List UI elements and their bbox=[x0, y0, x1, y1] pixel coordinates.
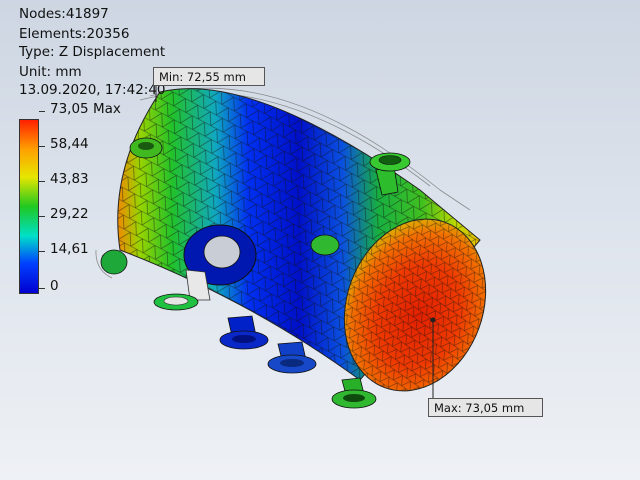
nozzle-bottom-4 bbox=[331, 377, 377, 409]
nozzle-left-end bbox=[100, 249, 128, 275]
legend-tick-label: 14,61 bbox=[50, 241, 89, 257]
legend-tick-mark bbox=[39, 251, 45, 252]
nozzle-bottom-2 bbox=[219, 315, 269, 350]
legend-max-label: 73,05 Max bbox=[50, 101, 121, 117]
legend-tick-mark bbox=[39, 216, 45, 217]
nozzle-bottom-1 bbox=[153, 293, 199, 311]
legend-tick-label: 29,22 bbox=[50, 206, 89, 222]
nozzle-bottom-3 bbox=[267, 341, 317, 374]
nozzle-top-left bbox=[129, 137, 163, 159]
legend-tick-mark bbox=[39, 288, 45, 289]
legend-tick-label: 58,44 bbox=[50, 136, 89, 152]
result-type: Type: Z Displacement bbox=[19, 44, 166, 60]
nodes-count: Nodes:41897 bbox=[19, 6, 109, 22]
legend-tick-label: 43,83 bbox=[50, 171, 89, 187]
analysis-viewport[interactable]: Nodes:41897 Elements:20356 Type: Z Displ… bbox=[0, 0, 640, 480]
legend-tick-label: 0 bbox=[50, 278, 59, 294]
result-unit: Unit: mm bbox=[19, 64, 82, 80]
min-probe-label[interactable]: Min: 72,55 mm bbox=[153, 67, 265, 86]
legend-tick-mark bbox=[39, 111, 45, 112]
fea-vessel-model[interactable] bbox=[0, 0, 640, 480]
nozzle-side-mid bbox=[310, 234, 340, 256]
color-legend-bar bbox=[19, 119, 39, 294]
result-datetime: 13.09.2020, 17:42:40 bbox=[19, 82, 166, 98]
elements-count: Elements:20356 bbox=[19, 26, 130, 42]
legend-tick-mark bbox=[39, 181, 45, 182]
max-probe-label[interactable]: Max: 73,05 mm bbox=[428, 398, 543, 417]
legend-tick-mark bbox=[39, 146, 45, 147]
